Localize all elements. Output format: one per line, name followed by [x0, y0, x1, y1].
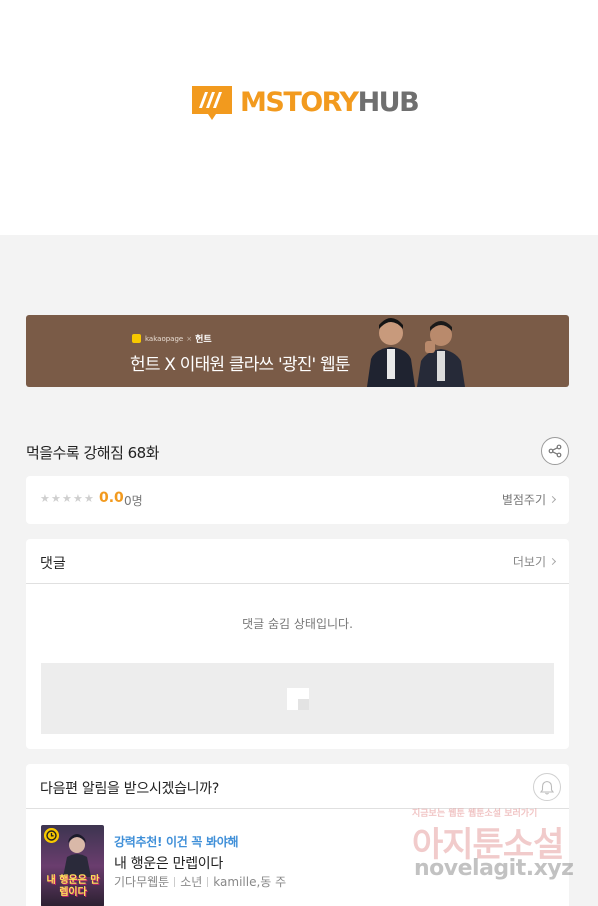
rate-label: 별점주기: [501, 493, 546, 507]
logo-text-main: MSTORY: [240, 87, 359, 118]
recommend-meta-author: kamille,동 주: [213, 875, 287, 889]
notify-header: 다음편 알림을 받으시겠습니까?: [26, 764, 569, 809]
rating-score: 0.0: [99, 490, 124, 506]
share-icon: [548, 444, 562, 458]
recommend-meta-genre: 소년: [180, 875, 203, 889]
comments-header: 댓글 더보기: [26, 539, 569, 584]
bell-icon: [540, 780, 554, 795]
ad-banner[interactable]: kakaopage × 헌트 헌트 X 이태원 클라쓰 '광진' 웹툰: [26, 315, 569, 387]
star-icon: ★: [40, 492, 50, 505]
rate-button[interactable]: 별점주기: [501, 491, 557, 508]
star-rating: ★ ★ ★ ★ ★: [40, 492, 95, 506]
recommend-tag: 강력추천! 이건 꼭 봐야해: [114, 835, 239, 849]
meta-divider: [207, 876, 209, 887]
banner-brand: kakaopage × 헌트: [132, 332, 212, 345]
recommend-meta: 기다무웹툰 소년 kamille,동 주: [114, 873, 286, 890]
site-header: MSTORYHUB: [0, 0, 598, 235]
logo-badge-icon: [192, 86, 232, 120]
recommend-title: 내 행운은 만렙이다: [114, 856, 223, 872]
rating-count: 0명: [124, 494, 143, 508]
rating-card: ★ ★ ★ ★ ★ 0.0 0명 별점주기: [26, 476, 569, 524]
star-icon: ★: [73, 492, 83, 505]
banner-characters-image: [367, 318, 465, 387]
notify-card: 다음편 알림을 받으시겠습니까? 내 행운은 만렙이다 강력추천! 이건 꼭 봐…: [26, 764, 569, 906]
comments-more-button[interactable]: 더보기: [512, 553, 557, 570]
star-icon: ★: [84, 492, 94, 505]
thumbnail-character-image: [63, 834, 91, 877]
star-icon: ★: [51, 492, 61, 505]
notify-bell-button[interactable]: [533, 773, 561, 801]
recommend-meta-type: 기다무웹툰: [114, 875, 170, 889]
webtoon-thumbnail: 내 행운은 만렙이다: [41, 825, 104, 906]
chevron-right-icon: [548, 495, 557, 504]
recommended-webtoon[interactable]: 내 행운은 만렙이다 강력추천! 이건 꼭 봐야해 내 행운은 만렙이다 기다무…: [41, 825, 551, 906]
banner-brand-sep: ×: [186, 334, 193, 343]
star-icon: ★: [62, 492, 72, 505]
meta-divider: [174, 876, 176, 887]
ad-placeholder[interactable]: [41, 663, 554, 734]
ad-placeholder-icon: [287, 688, 309, 710]
banner-brand-name: kakaopage: [145, 334, 184, 343]
episode-title-row: 먹을수록 강해짐 68화: [26, 436, 569, 466]
chevron-right-icon: [548, 557, 557, 566]
notify-title: 다음편 알림을 받으시겠습니까?: [40, 781, 219, 797]
episode-title: 먹을수록 강해짐 68화: [26, 444, 160, 462]
banner-brand-partner: 헌트: [195, 335, 212, 345]
comments-card: 댓글 더보기 댓글 숨김 상태입니다.: [26, 539, 569, 749]
mstoryhub-logo[interactable]: MSTORYHUB: [190, 84, 420, 122]
kakaopage-icon: [132, 334, 141, 343]
share-button[interactable]: [541, 437, 569, 465]
comments-title: 댓글: [40, 556, 66, 572]
more-label: 더보기: [512, 555, 546, 569]
comments-hidden-message: 댓글 숨김 상태입니다.: [242, 617, 353, 631]
banner-title: 헌트 X 이태원 클라쓰 '광진' 웹툰: [130, 355, 351, 375]
logo-text-hub: HUB: [357, 87, 420, 118]
thumbnail-title: 내 행운은 만렙이다: [46, 875, 100, 898]
